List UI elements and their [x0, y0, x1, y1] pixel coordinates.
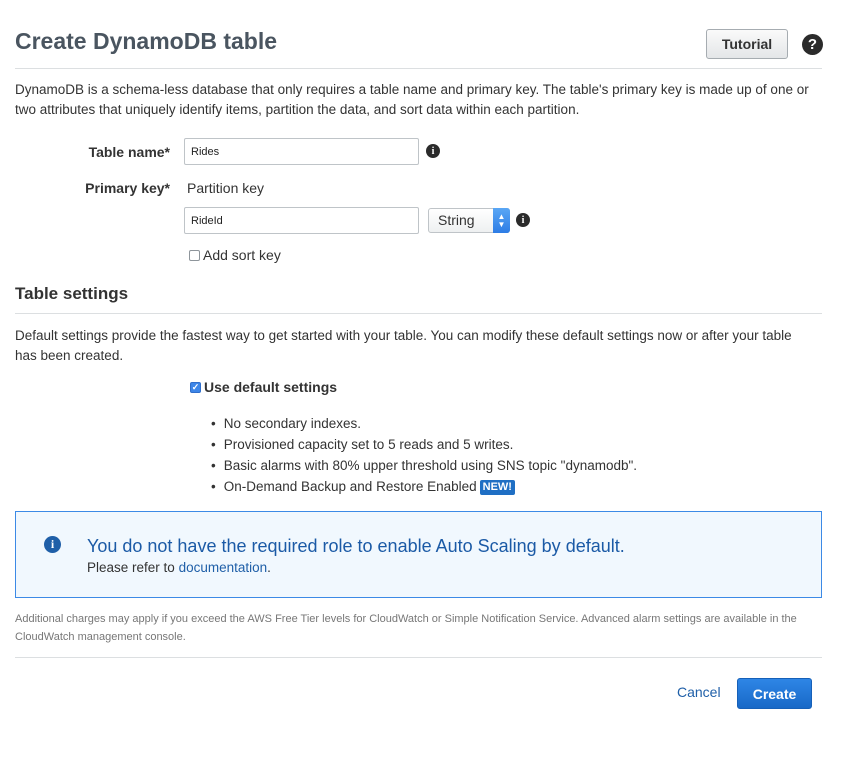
- footer-divider: [15, 657, 822, 658]
- partition-key-type-select[interactable]: String ▲ ▼: [428, 208, 510, 233]
- settings-divider: [15, 313, 822, 314]
- partition-key-input[interactable]: [184, 207, 419, 234]
- list-item: Basic alarms with 80% upper threshold us…: [211, 455, 637, 476]
- add-sort-key-label[interactable]: Add sort key: [203, 247, 281, 263]
- use-default-settings-checkbox[interactable]: ✓: [190, 382, 201, 393]
- partition-key-label: Partition key: [187, 180, 265, 196]
- table-name-input[interactable]: [184, 138, 419, 165]
- alert-body-suffix: .: [267, 560, 271, 575]
- help-icon[interactable]: ?: [802, 34, 823, 55]
- add-sort-key-checkbox[interactable]: [189, 250, 200, 261]
- new-badge: NEW!: [479, 480, 515, 495]
- default-settings-list: No secondary indexes. Provisioned capaci…: [211, 413, 637, 497]
- chevron-updown-icon: ▲ ▼: [493, 208, 510, 233]
- alert-title: You do not have the required role to ena…: [87, 536, 625, 556]
- table-settings-heading: Table settings: [15, 284, 129, 303]
- list-item: On-Demand Backup and Restore EnabledNEW!: [211, 476, 637, 497]
- primary-key-label: Primary key*: [85, 180, 170, 196]
- cancel-button[interactable]: Cancel: [677, 684, 721, 700]
- info-icon[interactable]: i: [516, 213, 530, 227]
- table-settings-description: Default settings provide the fastest way…: [15, 328, 792, 363]
- list-item-text: On-Demand Backup and Restore Enabled: [223, 479, 477, 494]
- create-button[interactable]: Create: [737, 678, 812, 709]
- table-name-label: Table name*: [88, 144, 170, 160]
- intro-text: DynamoDB is a schema-less database that …: [15, 82, 809, 117]
- auto-scaling-alert: i You do not have the required role to e…: [15, 511, 822, 598]
- info-icon[interactable]: i: [426, 144, 440, 158]
- info-circle-icon: i: [44, 536, 61, 553]
- list-item: No secondary indexes.: [211, 413, 637, 434]
- list-item: Provisioned capacity set to 5 reads and …: [211, 434, 637, 455]
- documentation-link[interactable]: documentation: [179, 560, 268, 575]
- page-title: Create DynamoDB table: [15, 28, 278, 54]
- tutorial-button[interactable]: Tutorial: [706, 29, 788, 59]
- alert-body: Please refer to documentation.: [87, 560, 271, 575]
- use-default-settings-label[interactable]: Use default settings: [204, 379, 337, 395]
- header-divider: [15, 68, 822, 69]
- partition-key-type-value: String: [438, 212, 475, 228]
- charges-footnote: Additional charges may apply if you exce…: [15, 613, 797, 643]
- alert-body-prefix: Please refer to: [87, 560, 175, 575]
